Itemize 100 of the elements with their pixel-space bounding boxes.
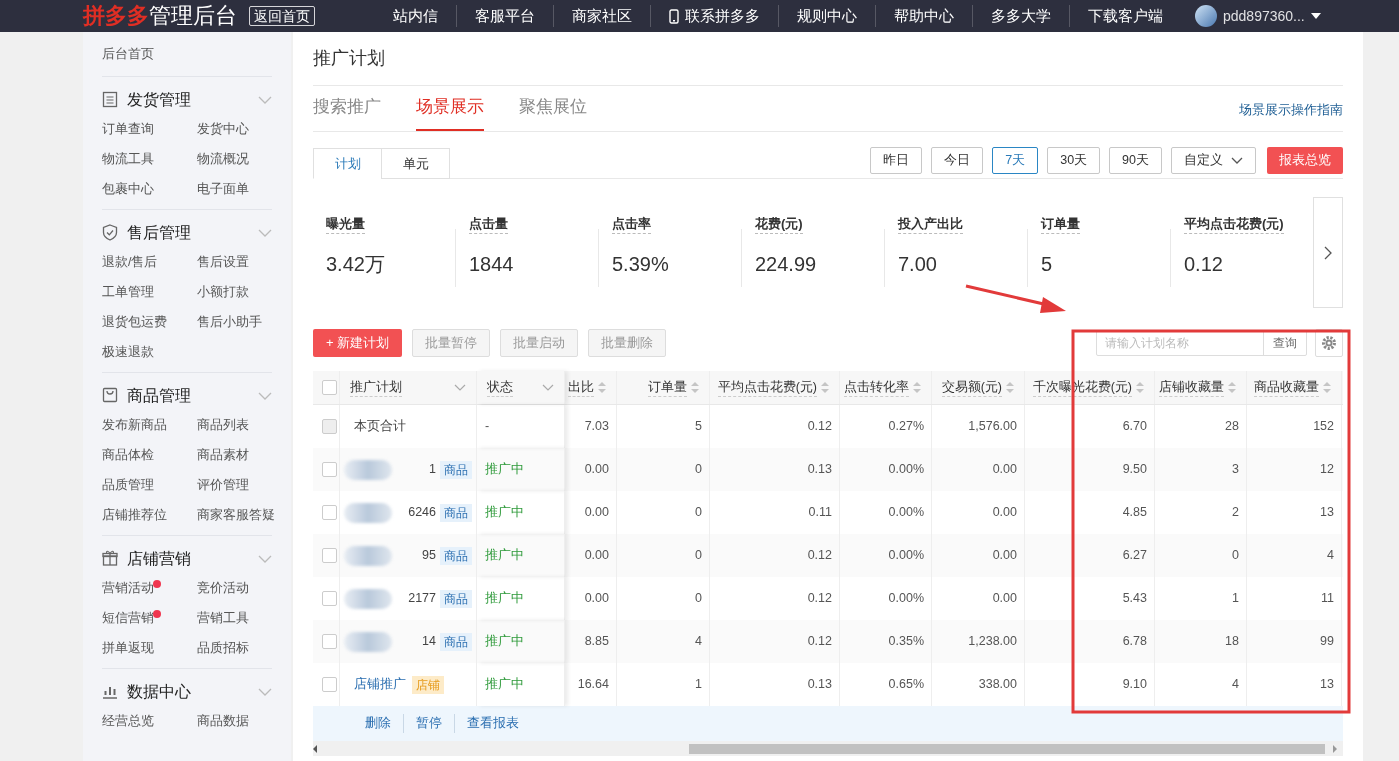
channel-tab[interactable]: 搜索推广 xyxy=(313,93,381,131)
view-tab[interactable]: 计划 xyxy=(313,148,382,179)
nav-link[interactable]: 联系拼多多 xyxy=(650,4,778,28)
nav-link[interactable]: 客服平台 xyxy=(456,4,553,28)
chevron-down-icon xyxy=(542,384,554,391)
date-range-button[interactable]: 自定义 xyxy=(1171,147,1256,174)
plan-name[interactable]: 店铺推广 xyxy=(354,675,406,694)
sidebar-link[interactable]: 后台首页 xyxy=(102,44,272,77)
chevron-down-icon xyxy=(258,554,272,563)
chevron-right-icon xyxy=(1324,245,1332,260)
column-header[interactable]: 出比 xyxy=(568,378,594,397)
plan-name[interactable]: 6246 xyxy=(408,503,436,522)
sidebar-link[interactable]: 店铺推荐位 xyxy=(102,506,167,525)
column-header[interactable]: 平均点击花费(元) xyxy=(717,378,817,397)
guide-link[interactable]: 场景展示操作指南 xyxy=(1239,99,1343,131)
column-header[interactable]: 订单量 xyxy=(648,378,687,397)
sidebar-link[interactable]: 商品数据 xyxy=(197,712,249,731)
sidebar-link[interactable]: 极速退款 xyxy=(102,343,154,362)
horizontal-scrollbar[interactable] xyxy=(313,741,1343,756)
sidebar-link[interactable]: 物流工具 xyxy=(102,150,154,169)
nav-link[interactable]: 站内信 xyxy=(375,4,456,28)
sidebar-link[interactable]: 竞价活动 xyxy=(197,579,249,598)
query-button[interactable]: 查询 xyxy=(1263,331,1306,355)
column-header[interactable]: 交易额(元) xyxy=(941,378,1002,397)
row-action-link[interactable]: 暂停 xyxy=(403,714,454,733)
nav-link[interactable]: 多多大学 xyxy=(972,4,1069,28)
view-tab[interactable]: 单元 xyxy=(381,148,450,179)
sidebar-link[interactable]: 营销活动 xyxy=(102,579,154,598)
sidebar-link[interactable]: 工单管理 xyxy=(102,283,154,302)
sidebar-link[interactable]: 退货包运费 xyxy=(102,313,167,332)
sidebar-link[interactable]: 物流概况 xyxy=(197,150,249,169)
date-range-button[interactable]: 7天 xyxy=(992,147,1039,174)
metric-label: 花费(元) xyxy=(755,215,803,234)
sidebar-link[interactable]: 发货中心 xyxy=(197,120,249,139)
sidebar-link[interactable]: 短信营销 xyxy=(102,609,154,628)
sidebar-link[interactable]: 售后设置 xyxy=(197,253,249,272)
section-title[interactable]: 商品管理 xyxy=(127,383,249,408)
checkbox[interactable] xyxy=(322,548,337,563)
column-header[interactable]: 推广计划 xyxy=(350,378,402,397)
next-button[interactable] xyxy=(1313,197,1343,308)
sidebar-link[interactable]: 营销工具 xyxy=(197,609,249,628)
sidebar-link[interactable]: 退款/售后 xyxy=(102,253,158,272)
settings-button[interactable] xyxy=(1315,329,1343,357)
sidebar-link[interactable]: 品质管理 xyxy=(102,476,154,495)
chevron-down-icon xyxy=(258,95,272,104)
section-title[interactable]: 售后管理 xyxy=(127,220,249,245)
nav-link[interactable]: 帮助中心 xyxy=(875,4,972,28)
section-title[interactable]: 店铺营销 xyxy=(127,546,249,571)
sidebar-link[interactable]: 商品体检 xyxy=(102,446,154,465)
metric-label: 订单量 xyxy=(1041,215,1080,234)
user-name[interactable]: pdd897360... xyxy=(1223,5,1305,27)
sort-icon xyxy=(598,382,606,393)
home-button[interactable]: 返回首页 xyxy=(249,6,315,26)
nav-link[interactable]: 商家社区 xyxy=(553,4,650,28)
channel-tab[interactable]: 聚焦展位 xyxy=(519,93,587,131)
sidebar-link[interactable]: 发布新商品 xyxy=(102,416,167,435)
channel-tab[interactable]: 场景展示 xyxy=(416,93,484,131)
row-action-link[interactable]: 查看报表 xyxy=(454,714,531,733)
checkbox[interactable] xyxy=(322,677,337,692)
sidebar-link[interactable]: 商家客服答疑 xyxy=(197,506,275,525)
plan-name[interactable]: 1 xyxy=(429,460,436,479)
sidebar-link[interactable]: 商品列表 xyxy=(197,416,249,435)
metric-label: 点击率 xyxy=(612,215,651,234)
checkbox[interactable] xyxy=(322,591,337,606)
scrollbar-thumb[interactable] xyxy=(689,744,1325,754)
date-range-button[interactable]: 昨日 xyxy=(870,147,923,174)
plan-name[interactable]: 95 xyxy=(422,546,436,565)
plan-name[interactable]: 14 xyxy=(422,632,436,651)
date-range-button[interactable]: 30天 xyxy=(1047,147,1101,174)
sidebar-link[interactable]: 拼单返现 xyxy=(102,639,154,658)
checkbox[interactable] xyxy=(322,462,337,477)
column-header[interactable]: 店铺收藏量 xyxy=(1159,378,1224,397)
section-title[interactable]: 发货管理 xyxy=(127,87,249,112)
sidebar-link[interactable]: 电子面单 xyxy=(197,180,249,199)
sidebar-link[interactable]: 经营总览 xyxy=(102,712,154,731)
checkbox[interactable] xyxy=(322,634,337,649)
sidebar-link[interactable]: 品质招标 xyxy=(197,639,249,658)
nav-link[interactable]: 规则中心 xyxy=(778,4,875,28)
sidebar-link[interactable]: 包裹中心 xyxy=(102,180,154,199)
date-range-button[interactable]: 90天 xyxy=(1109,147,1162,174)
search-field[interactable]: 请输入计划名称 查询 xyxy=(1096,330,1307,356)
sidebar-link[interactable]: 订单查询 xyxy=(102,120,154,139)
bag-icon xyxy=(102,387,118,404)
checkbox[interactable] xyxy=(322,419,337,434)
sidebar-link[interactable]: 商品素材 xyxy=(197,446,249,465)
row-action-link[interactable]: 删除 xyxy=(353,714,403,733)
sidebar-link[interactable]: 评价管理 xyxy=(197,476,249,495)
checkbox[interactable] xyxy=(322,380,337,395)
column-header[interactable]: 点击转化率 xyxy=(844,378,909,397)
column-header[interactable]: 商品收藏量 xyxy=(1254,378,1319,397)
checkbox[interactable] xyxy=(322,505,337,520)
section-title[interactable]: 数据中心 xyxy=(127,679,249,704)
column-header[interactable]: 状态 xyxy=(487,378,513,397)
plan-name[interactable]: 2177 xyxy=(408,589,436,608)
date-range-button[interactable]: 今日 xyxy=(931,147,984,174)
sidebar-link[interactable]: 售后小助手 xyxy=(197,313,262,332)
nav-link[interactable]: 下载客户端 xyxy=(1069,4,1181,28)
sort-icon xyxy=(1136,382,1144,393)
caret-icon xyxy=(1310,13,1321,19)
sidebar-link[interactable]: 小额打款 xyxy=(197,283,249,302)
